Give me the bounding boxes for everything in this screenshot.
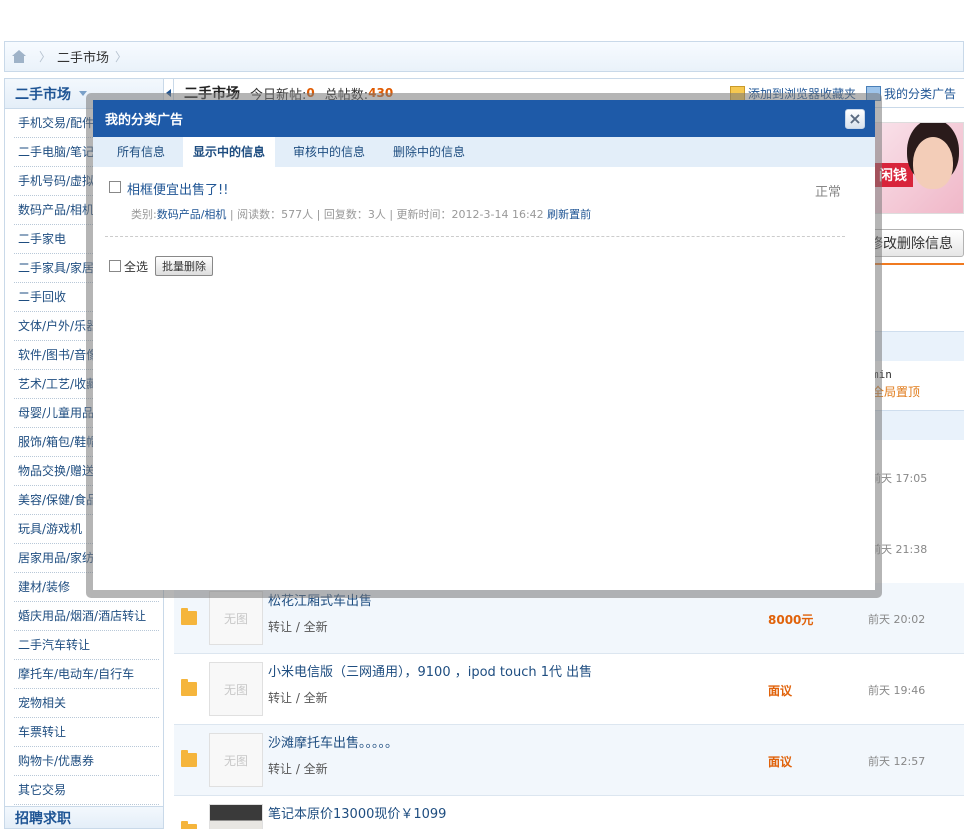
my-ads-label: 我的分类广告 (883, 86, 956, 101)
ad-item-checkbox[interactable] (109, 181, 121, 193)
listing-time: 前天 20:02 (868, 613, 926, 626)
breadcrumb-separator: 〉 (115, 50, 128, 64)
sidebar-item[interactable]: 宠物相关 (14, 689, 159, 718)
tab-deleting[interactable]: 删除中的信息 (383, 137, 475, 167)
sidebar-title: 二手市场 (15, 86, 71, 103)
sidebar-item[interactable]: 车票转让 (14, 718, 159, 747)
listing-meta: 转让 / 全新 (268, 762, 328, 776)
listing-time: 前天 12:57 (868, 755, 926, 768)
listing-title[interactable]: 沙滩摩托车出售。。。。。 (268, 732, 398, 751)
listing-thumbnail[interactable]: 无图 (209, 733, 263, 787)
sidebar-item[interactable]: 二手汽车转让 (14, 631, 159, 660)
refresh-top-link[interactable]: 刷新置前 (547, 208, 591, 221)
folder-icon (181, 821, 197, 829)
tab-reviewing[interactable]: 审核中的信息 (283, 137, 375, 167)
listing-time: 前天 19:46 (868, 684, 926, 697)
listing-price: 面议 (768, 755, 793, 769)
promo-image (913, 137, 953, 189)
bulk-actions: 全选 批量删除 (109, 256, 214, 276)
listing-thumbnail[interactable]: 无图 (209, 662, 263, 716)
dialog-tabs: 所有信息 显示中的信息 审核中的信息 删除中的信息 (93, 137, 875, 167)
listing-price: 8000元 (768, 613, 814, 627)
bulk-delete-button[interactable]: 批量删除 (155, 256, 214, 276)
dialog-header: 我的分类广告 × (93, 100, 875, 137)
listing-price: 面议 (768, 684, 793, 698)
listing-row[interactable]: 无图 小米电信版（三网通用），9100 ，ipod touch 1代 出售 转让… (174, 654, 964, 725)
listing-row[interactable]: 笔记本原价13000现价￥1099 (174, 796, 964, 829)
sidebar-item[interactable]: 摩托车/电动车/自行车 (14, 660, 159, 689)
sidebar-item[interactable]: 婚庆用品/烟酒/酒店转让 (14, 602, 159, 631)
listing-meta: 转让 / 全新 (268, 691, 328, 705)
sidebar-item[interactable]: 其它交易 (14, 776, 159, 805)
home-icon[interactable] (11, 50, 27, 63)
folder-icon (181, 679, 197, 696)
promo-banner[interactable]: 闲钱 (872, 122, 964, 214)
select-all-label: 全选 (124, 259, 149, 274)
dialog-title: 我的分类广告 (105, 113, 184, 128)
close-icon[interactable]: × (845, 109, 865, 129)
listing-title[interactable]: 小米电信版（三网通用），9100 ，ipod touch 1代 出售 (268, 661, 592, 680)
ad-item-info: 类别:数码产品/相机 | 阅读数：577人 | 回复数：3人 | 更新时间：20… (131, 208, 592, 221)
listing-row[interactable]: 无图 沙滩摩托车出售。。。。。 转让 / 全新 面议 前天 12:57 (174, 725, 964, 796)
folder-icon (181, 608, 197, 625)
reply-count: 回复数：3人 (323, 208, 386, 221)
tab-showing[interactable]: 显示中的信息 (183, 137, 276, 167)
read-count: 阅读数：577人 (237, 208, 314, 221)
breadcrumb: 〉 二手市场 〉 (4, 41, 964, 72)
listing-meta: 转让 / 全新 (268, 620, 328, 634)
sidebar-section-jobs[interactable]: 招聘求职 (5, 806, 163, 828)
breadcrumb-separator: 〉 (39, 50, 52, 64)
breadcrumb-link-market[interactable]: 二手市场 (57, 47, 109, 66)
listing-title[interactable]: 笔记本原价13000现价￥1099 (268, 803, 446, 822)
my-ads-dialog: 我的分类广告 × 所有信息 显示中的信息 审核中的信息 删除中的信息 相框便宜出… (93, 100, 875, 590)
listing-thumbnail[interactable] (209, 804, 263, 829)
select-all-checkbox[interactable] (109, 260, 121, 272)
listing-thumbnail[interactable]: 无图 (209, 591, 263, 645)
tab-all[interactable]: 所有信息 (107, 137, 175, 167)
sidebar-section-label: 招聘求职 (15, 810, 71, 827)
category-label: 类别: (131, 208, 157, 221)
ad-item-title[interactable]: 相框便宜出售了!! (127, 179, 228, 198)
folder-icon (181, 750, 197, 767)
dialog-divider (105, 236, 845, 237)
updated-time: 更新时间：2012-3-14 16:42 (396, 208, 544, 221)
sidebar-item[interactable]: 购物卡/优惠券 (14, 747, 159, 776)
category-link[interactable]: 数码产品/相机 (157, 208, 227, 221)
ad-item-status: 正常 (815, 185, 842, 200)
